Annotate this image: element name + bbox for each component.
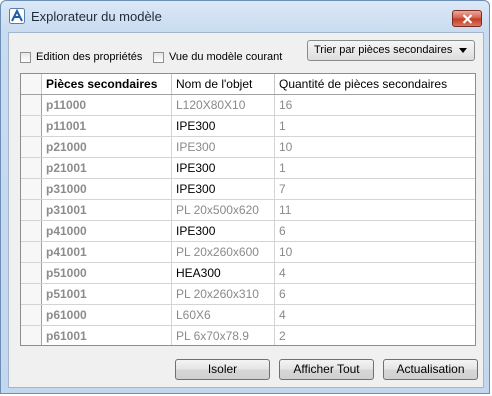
table-row[interactable]: p21001 IPE300 1 xyxy=(21,158,475,179)
quantity-cell[interactable]: 1 xyxy=(275,158,475,178)
title-bar[interactable]: Explorateur du modèle xyxy=(1,1,489,31)
part-ref-cell[interactable]: p31001 xyxy=(42,200,172,220)
table-row[interactable]: p51001 PL 20x260x310 6 xyxy=(21,284,475,305)
table-header: Pièces secondaires Nom de l'objet Quanti… xyxy=(21,74,475,95)
isolate-button[interactable]: Isoler xyxy=(175,359,270,380)
table-row[interactable]: p61000 L60X6 4 xyxy=(21,305,475,326)
table-row[interactable]: p21000 IPE300 10 xyxy=(21,137,475,158)
object-name-cell[interactable]: PL 20x260x600 xyxy=(172,242,275,262)
part-ref-cell[interactable]: p31000 xyxy=(42,179,172,199)
quantity-cell[interactable]: 10 xyxy=(275,242,475,262)
row-header[interactable] xyxy=(21,137,42,157)
row-header[interactable] xyxy=(21,200,42,220)
quantity-cell[interactable]: 10 xyxy=(275,137,475,157)
part-ref-cell[interactable]: p11000 xyxy=(42,95,172,115)
quantity-cell[interactable]: 6 xyxy=(275,284,475,304)
part-ref-cell[interactable]: p21001 xyxy=(42,158,172,178)
table-row[interactable]: p11001 IPE300 1 xyxy=(21,116,475,137)
app-icon xyxy=(9,8,25,24)
object-name-cell[interactable]: PL 20x500x620 xyxy=(172,200,275,220)
table-row[interactable]: p61001 PL 6x70x78.9 2 xyxy=(21,326,475,345)
quantity-cell[interactable]: 4 xyxy=(275,305,475,325)
object-name-cell[interactable]: PL 20x260x310 xyxy=(172,284,275,304)
object-name-cell[interactable]: IPE300 xyxy=(172,221,275,241)
table-row[interactable]: p31001 PL 20x500x620 11 xyxy=(21,200,475,221)
table-row[interactable]: p11000 L120X80X10 16 xyxy=(21,95,475,116)
part-ref-cell[interactable]: p61000 xyxy=(42,305,172,325)
object-name-cell[interactable]: PL 6x70x78.9 xyxy=(172,326,275,345)
row-header[interactable] xyxy=(21,242,42,262)
column-header-quantity[interactable]: Quantité de pièces secondaires xyxy=(275,74,475,94)
window-title: Explorateur du modèle xyxy=(31,9,162,24)
object-name-cell[interactable]: IPE300 xyxy=(172,179,275,199)
part-ref-cell[interactable]: p51001 xyxy=(42,284,172,304)
refresh-button[interactable]: Actualisation xyxy=(383,359,478,380)
table-row[interactable]: p31000 IPE300 7 xyxy=(21,179,475,200)
table-row[interactable]: p41000 IPE300 6 xyxy=(21,221,475,242)
column-header-parts[interactable]: Pièces secondaires xyxy=(42,74,172,94)
object-name-cell[interactable]: IPE300 xyxy=(172,158,275,178)
sort-dropdown-value: Trier par pièces secondaires xyxy=(314,44,453,56)
edit-properties-label: Edition des propriétés xyxy=(36,51,143,63)
quantity-cell[interactable]: 4 xyxy=(275,263,475,283)
current-view-label: Vue du modèle courant xyxy=(169,51,283,63)
parts-table: Pièces secondaires Nom de l'objet Quanti… xyxy=(20,73,476,346)
close-button[interactable] xyxy=(452,10,482,27)
dialog-body: Edition des propriétés Vue du modèle cou… xyxy=(8,32,484,388)
object-name-cell[interactable]: L60X6 xyxy=(172,305,275,325)
object-name-cell[interactable]: L120X80X10 xyxy=(172,95,275,115)
part-ref-cell[interactable]: p21000 xyxy=(42,137,172,157)
row-header[interactable] xyxy=(21,179,42,199)
row-header[interactable] xyxy=(21,263,42,283)
checkbox-box[interactable] xyxy=(20,51,31,63)
part-ref-cell[interactable]: p51000 xyxy=(42,263,172,283)
row-header[interactable] xyxy=(21,326,42,345)
close-icon xyxy=(462,14,473,24)
quantity-cell[interactable]: 6 xyxy=(275,221,475,241)
show-all-button[interactable]: Afficher Tout xyxy=(279,359,374,380)
part-ref-cell[interactable]: p41000 xyxy=(42,221,172,241)
part-ref-cell[interactable]: p11001 xyxy=(42,116,172,136)
quantity-cell[interactable]: 2 xyxy=(275,326,475,345)
model-explorer-window: Explorateur du modèle Edition des propri… xyxy=(0,0,490,394)
object-name-cell[interactable]: IPE300 xyxy=(172,137,275,157)
row-header-corner xyxy=(21,74,42,94)
column-header-object-name[interactable]: Nom de l'objet xyxy=(172,74,275,94)
row-header[interactable] xyxy=(21,116,42,136)
object-name-cell[interactable]: HEA300 xyxy=(172,263,275,283)
edit-properties-checkbox[interactable]: Edition des propriétés xyxy=(20,50,142,64)
row-header[interactable] xyxy=(21,95,42,115)
row-header[interactable] xyxy=(21,158,42,178)
chevron-down-icon xyxy=(459,48,467,53)
row-header[interactable] xyxy=(21,221,42,241)
sort-dropdown[interactable]: Trier par pièces secondaires xyxy=(307,40,475,61)
quantity-cell[interactable]: 1 xyxy=(275,116,475,136)
quantity-cell[interactable]: 16 xyxy=(275,95,475,115)
table-row[interactable]: p41001 PL 20x260x600 10 xyxy=(21,242,475,263)
part-ref-cell[interactable]: p61001 xyxy=(42,326,172,345)
current-view-checkbox[interactable]: Vue du modèle courant xyxy=(153,50,282,64)
row-header[interactable] xyxy=(21,284,42,304)
checkbox-box[interactable] xyxy=(153,51,164,63)
row-header[interactable] xyxy=(21,305,42,325)
part-ref-cell[interactable]: p41001 xyxy=(42,242,172,262)
object-name-cell[interactable]: IPE300 xyxy=(172,116,275,136)
quantity-cell[interactable]: 7 xyxy=(275,179,475,199)
table-row[interactable]: p51000 HEA300 4 xyxy=(21,263,475,284)
quantity-cell[interactable]: 11 xyxy=(275,200,475,220)
